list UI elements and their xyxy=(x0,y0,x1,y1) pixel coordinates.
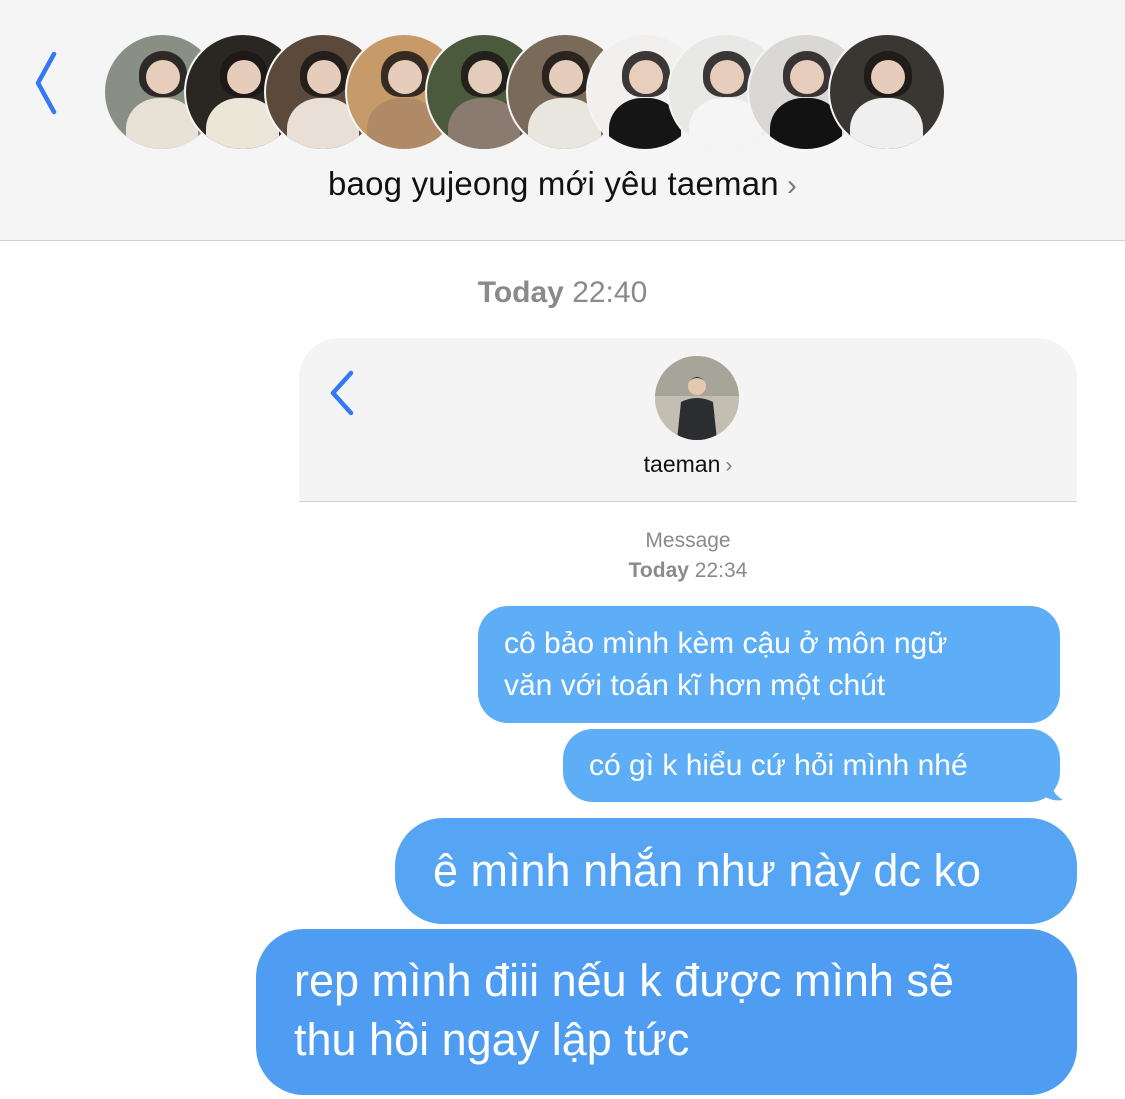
message-text: ê mình nhắn như này dc ko xyxy=(433,845,981,896)
group-name-label: baog yujeong mới yêu taeman xyxy=(327,165,779,202)
conversation-timestamp: Today 22:40 xyxy=(0,276,1125,310)
timestamp-day: Today xyxy=(477,276,564,309)
contact-name: taeman › xyxy=(299,451,1077,478)
screenshot-contact-header: taeman › xyxy=(299,338,1077,502)
message-text-line: cô bảo mình kèm cậu ở môn ngữ xyxy=(504,627,948,660)
chevron-right-icon: › xyxy=(725,454,733,477)
group-name[interactable]: baog yujeong mới yêu taeman › xyxy=(0,165,1125,203)
contact-name-label: taeman xyxy=(643,451,721,477)
message-text-line: rep mình điii nếu k được mình sẽ xyxy=(294,955,954,1006)
message-timestamp-day: Today xyxy=(628,559,689,582)
bubble-tail xyxy=(1040,780,1063,801)
group-avatars[interactable] xyxy=(103,33,1023,153)
message-timestamp: Today 22:34 xyxy=(299,559,1077,583)
sent-message-bubble[interactable]: ê mình nhắn như này dc ko xyxy=(395,818,1077,924)
message-label: Message xyxy=(645,529,731,552)
contact-avatar xyxy=(655,356,739,440)
message-timestamp-time: 22:34 xyxy=(694,559,748,582)
sent-message-bubble[interactable]: có gì k hiểu cứ hỏi mình nhé xyxy=(563,729,1060,802)
chevron-right-icon: › xyxy=(786,169,798,202)
message-text: có gì k hiểu cứ hỏi mình nhé xyxy=(589,749,968,782)
message-text-line: văn với toán kĩ hơn một chút xyxy=(504,669,886,702)
timestamp-time: 22:40 xyxy=(572,276,648,309)
sent-message-bubble[interactable]: cô bảo mình kèm cậu ở môn ngữ văn với to… xyxy=(478,606,1060,723)
message-text-line: thu hồi ngay lập tức xyxy=(294,1014,690,1065)
member-avatar xyxy=(827,33,946,151)
group-header: baog yujeong mới yêu taeman › xyxy=(0,0,1125,241)
sent-message-bubble[interactable]: rep mình điii nếu k được mình sẽ thu hồi… xyxy=(256,929,1077,1095)
chevron-left-icon xyxy=(330,370,354,416)
chevron-left-icon[interactable] xyxy=(30,48,64,118)
